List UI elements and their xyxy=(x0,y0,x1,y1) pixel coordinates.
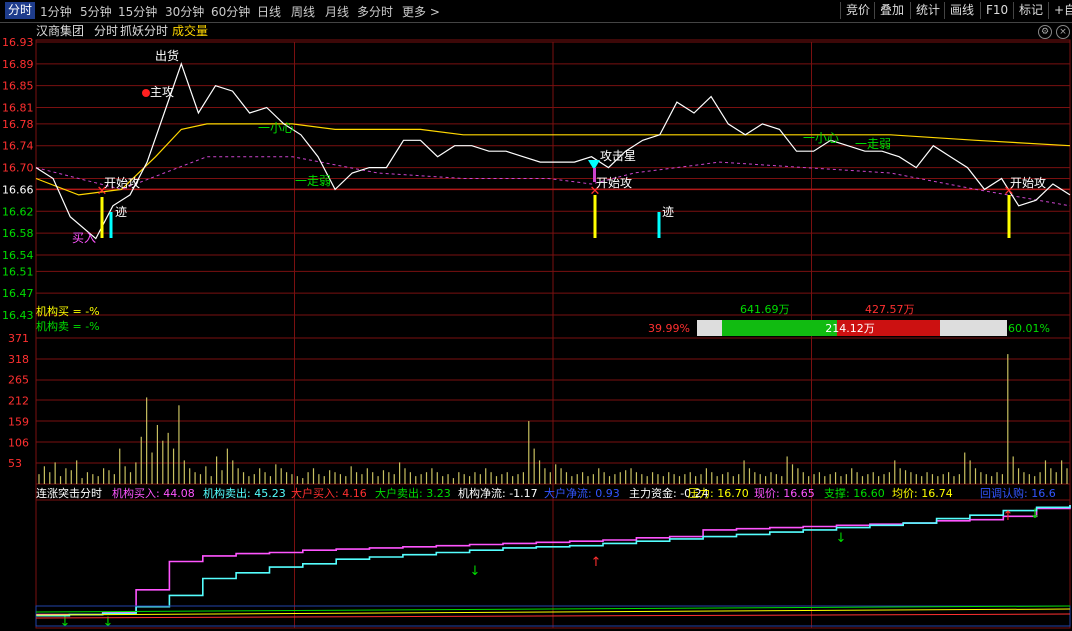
flow-legend: 连涨突击分时 机构买入: 44.08 机构卖出: 45.23 大户买入: 4.16 大户… xyxy=(36,486,1056,500)
signal-label: 开始攻 xyxy=(1010,176,1046,190)
balance-bar-buy xyxy=(722,320,837,336)
inst-left-pct: 39.99% xyxy=(648,322,690,335)
institution-panel: 机构买 = -%机构卖 = -% 641.69万 427.57万 39.99% 60.0… xyxy=(36,303,1050,336)
chart-canvas: 16.93 16.89 16.85 16.81 16.78 16.74 16.70 16.66… xyxy=(2,36,1071,630)
volume-tick-label: 265 xyxy=(8,374,29,387)
flow-legend-item: 现价: 16.65 xyxy=(754,487,815,500)
price-tick-label: 16.43 xyxy=(2,309,34,322)
signal-bar xyxy=(109,212,113,238)
signal-bar xyxy=(657,212,661,238)
inst-buy-label: 机构买 = -% xyxy=(36,304,100,318)
inst-net-amount: 214.12万 xyxy=(825,322,875,335)
signal-label: 迹 xyxy=(115,205,127,219)
price-tick-label: 16.70 xyxy=(2,162,34,175)
signal-label: 出货 xyxy=(155,48,179,63)
signal-bar xyxy=(1007,195,1011,238)
volume-tick-label: 106 xyxy=(8,436,29,449)
flow-arrow-icon: ↓ xyxy=(470,564,481,579)
signal-label: 一小心 xyxy=(258,121,294,135)
price-tick-label: 16.78 xyxy=(2,118,34,131)
balance-bar-right xyxy=(940,320,1007,336)
inst-right-pct: 60.01% xyxy=(1008,322,1050,335)
flow-legend-item: 连涨突击分时 xyxy=(36,486,102,500)
price-tick-label: 16.54 xyxy=(2,249,34,262)
price-tick-label: 16.58 xyxy=(2,227,34,240)
flow-legend-item: 机构净流: -1.17 xyxy=(458,486,538,500)
price-tick-label: 16.66 xyxy=(2,183,34,196)
volume-tick-label: 53 xyxy=(8,457,22,470)
signal-bar xyxy=(100,197,104,238)
signal-markers: ✕ ✕ ✕出货主攻开始攻迹买入一小心一走弱攻击星开始攻迹一小心 一走弱开始攻 xyxy=(72,48,1046,245)
signal-label: 一走弱 xyxy=(295,174,331,188)
flow-arrow-icon: ↓ xyxy=(1030,507,1041,522)
signal-label: 开始攻 xyxy=(596,176,632,190)
flow-arrow-icon: ↓ xyxy=(60,615,71,630)
signal-label: 一小心 xyxy=(803,131,839,145)
price-tick-label: 16.81 xyxy=(2,102,34,115)
balance-bar-left xyxy=(697,320,722,336)
flow-legend-item: 大户买入: 4.16 xyxy=(291,486,367,500)
signal-label: 主攻 xyxy=(150,85,174,99)
flow-legend-item: 大户卖出: 3.23 xyxy=(375,486,451,500)
flow-arrow-icon: ↑ xyxy=(591,555,602,570)
volume-tick-label: 318 xyxy=(8,353,29,366)
flow-arrow-icon: ↓ xyxy=(836,531,847,546)
flow-legend-item: 回调认购: 16.6 xyxy=(980,486,1056,500)
signal-label: 攻击星 xyxy=(600,149,636,163)
flow-legend-item: 压力: 16.70 xyxy=(688,487,749,500)
volume-axis: 371 318 265 212 159 106 53 xyxy=(8,332,29,470)
price-tick-label: 16.89 xyxy=(2,58,34,71)
signal-label: 开始攻 xyxy=(104,176,140,190)
inst-buy-amount: 641.69万 xyxy=(740,303,790,316)
volume-tick-label: 371 xyxy=(8,332,29,345)
flow-legend-item: 支撑: 16.60 xyxy=(824,486,885,500)
price-tick-label: 16.51 xyxy=(2,265,34,278)
inst-sell-label: 机构卖 = -% xyxy=(36,319,100,333)
volume-tick-label: 159 xyxy=(8,415,29,428)
inst-sell-amount: 427.57万 xyxy=(865,303,915,316)
price-tick-label: 16.85 xyxy=(2,80,34,93)
price-tick-label: 16.47 xyxy=(2,287,34,300)
flow-arrow-icon: ↑ xyxy=(1003,509,1014,524)
signal-label: 迹 xyxy=(662,205,674,219)
volume-tick-label: 212 xyxy=(8,395,29,408)
signal-label: 一走弱 xyxy=(855,137,891,151)
flow-legend-item: 大户净流: 0.93 xyxy=(544,486,620,500)
price-tick-label: 16.93 xyxy=(2,36,34,49)
price-tick-label: 16.74 xyxy=(2,140,34,153)
main-attack-dot xyxy=(142,89,150,97)
price-axis: 16.93 16.89 16.85 16.81 16.78 16.74 16.70 16.66… xyxy=(2,36,34,322)
flow-legend-item: 机构卖出: 45.23 xyxy=(203,486,286,500)
signal-label: 买入 xyxy=(72,231,96,245)
flow-legend-item: 均价: 16.74 xyxy=(892,487,953,500)
signal-bar xyxy=(593,195,597,238)
flow-legend-item: 机构买入: 44.08 xyxy=(112,486,195,500)
price-tick-label: 16.62 xyxy=(2,205,34,218)
